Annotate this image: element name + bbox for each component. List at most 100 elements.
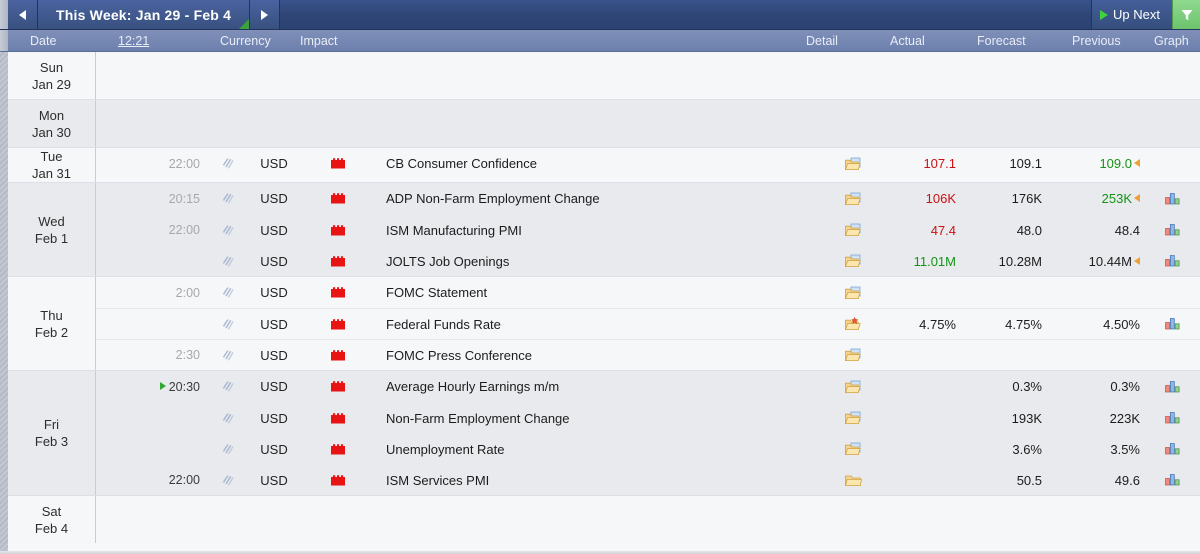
- event-row[interactable]: USD Unemployment Rate 3.6% 3.5%: [96, 433, 1200, 464]
- folder-plain-icon[interactable]: [844, 473, 862, 487]
- event-speaker-cell[interactable]: [208, 224, 246, 237]
- event-row[interactable]: 22:00 USD ISM Manufacturing PMI 47.4 48.0 48.…: [96, 214, 1200, 245]
- high-impact-icon[interactable]: [330, 380, 346, 393]
- graph-bars-icon[interactable]: [1164, 192, 1181, 206]
- folder-page-icon[interactable]: [844, 286, 862, 300]
- event-speaker-cell[interactable]: [208, 157, 246, 170]
- event-impact-cell[interactable]: [302, 255, 374, 268]
- event-graph-cell[interactable]: [1144, 473, 1200, 487]
- col-header-clock[interactable]: 12:21: [118, 30, 149, 52]
- event-detail-cell[interactable]: [820, 348, 886, 362]
- graph-bars-icon[interactable]: [1164, 317, 1181, 331]
- event-title[interactable]: FOMC Press Conference: [374, 348, 820, 363]
- event-speaker-cell[interactable]: [208, 286, 246, 299]
- event-impact-cell[interactable]: [302, 380, 374, 393]
- event-graph-cell[interactable]: [1144, 192, 1200, 206]
- high-impact-icon[interactable]: [330, 157, 346, 170]
- graph-bars-icon[interactable]: [1164, 473, 1181, 487]
- event-impact-cell[interactable]: [302, 474, 374, 487]
- graph-bars-icon[interactable]: [1164, 223, 1181, 237]
- folder-page-icon[interactable]: [844, 411, 862, 425]
- high-impact-icon[interactable]: [330, 255, 346, 268]
- graph-bars-icon[interactable]: [1164, 380, 1181, 394]
- event-graph-cell[interactable]: [1144, 317, 1200, 331]
- event-detail-cell[interactable]: [820, 254, 886, 268]
- high-impact-icon[interactable]: [330, 224, 346, 237]
- event-row[interactable]: USD Federal Funds Rate 4.75% 4.75% 4.50%: [96, 308, 1200, 339]
- event-row[interactable]: USD JOLTS Job Openings 11.01M 10.28M 10.44M: [96, 245, 1200, 276]
- col-header-actual[interactable]: Actual: [890, 30, 925, 52]
- col-header-forecast[interactable]: Forecast: [977, 30, 1026, 52]
- event-title[interactable]: ADP Non-Farm Employment Change: [374, 191, 820, 206]
- prev-week-button[interactable]: [8, 0, 38, 29]
- col-header-date[interactable]: Date: [30, 30, 56, 52]
- event-detail-cell[interactable]: [820, 223, 886, 237]
- event-detail-cell[interactable]: [820, 411, 886, 425]
- col-header-detail[interactable]: Detail: [806, 30, 838, 52]
- event-title[interactable]: ISM Services PMI: [374, 473, 820, 488]
- event-speaker-cell[interactable]: [208, 412, 246, 425]
- folder-page-icon[interactable]: [844, 348, 862, 362]
- event-graph-cell[interactable]: [1144, 223, 1200, 237]
- filter-button[interactable]: [1172, 0, 1200, 29]
- event-detail-cell[interactable]: [820, 192, 886, 206]
- event-graph-cell[interactable]: [1144, 254, 1200, 268]
- event-title[interactable]: Unemployment Rate: [374, 442, 820, 457]
- event-impact-cell[interactable]: [302, 349, 374, 362]
- high-impact-icon[interactable]: [330, 286, 346, 299]
- event-graph-cell[interactable]: [1144, 411, 1200, 425]
- col-header-impact[interactable]: Impact: [300, 30, 338, 52]
- high-impact-icon[interactable]: [330, 349, 346, 362]
- high-impact-icon[interactable]: [330, 412, 346, 425]
- event-impact-cell[interactable]: [302, 192, 374, 205]
- high-impact-icon[interactable]: [330, 443, 346, 456]
- event-impact-cell[interactable]: [302, 443, 374, 456]
- event-title[interactable]: Average Hourly Earnings m/m: [374, 379, 820, 394]
- event-graph-cell[interactable]: [1144, 442, 1200, 456]
- event-speaker-cell[interactable]: [208, 443, 246, 456]
- event-row[interactable]: 20:30 USD Average Hourly Earnings m/m 0.3% 0…: [96, 371, 1200, 402]
- event-detail-cell[interactable]: [820, 286, 886, 300]
- left-scroll-gutter[interactable]: [0, 52, 8, 551]
- event-graph-cell[interactable]: [1144, 380, 1200, 394]
- next-week-button[interactable]: [250, 0, 281, 29]
- event-row[interactable]: USD Non-Farm Employment Change 193K 223K: [96, 402, 1200, 433]
- folder-page-icon[interactable]: [844, 442, 862, 456]
- event-row[interactable]: 22:00 USD ISM Services PMI 50.5 49.6: [96, 464, 1200, 495]
- col-header-previous[interactable]: Previous: [1072, 30, 1121, 52]
- up-next-button[interactable]: Up Next: [1091, 0, 1172, 29]
- event-row[interactable]: 20:15 USD ADP Non-Farm Employment Change 10…: [96, 183, 1200, 214]
- folder-page-icon[interactable]: [844, 223, 862, 237]
- event-speaker-cell[interactable]: [208, 192, 246, 205]
- event-impact-cell[interactable]: [302, 318, 374, 331]
- event-speaker-cell[interactable]: [208, 318, 246, 331]
- graph-bars-icon[interactable]: [1164, 254, 1181, 268]
- event-title[interactable]: FOMC Statement: [374, 285, 820, 300]
- event-detail-cell[interactable]: [820, 380, 886, 394]
- event-impact-cell[interactable]: [302, 224, 374, 237]
- event-title[interactable]: JOLTS Job Openings: [374, 254, 820, 269]
- col-header-graph[interactable]: Graph: [1154, 30, 1189, 52]
- event-title[interactable]: Federal Funds Rate: [374, 317, 820, 332]
- folder-page-icon[interactable]: [844, 254, 862, 268]
- folder-page-icon[interactable]: [844, 380, 862, 394]
- event-impact-cell[interactable]: [302, 412, 374, 425]
- event-speaker-cell[interactable]: [208, 474, 246, 487]
- event-speaker-cell[interactable]: [208, 380, 246, 393]
- folder-star-icon[interactable]: [844, 317, 862, 331]
- event-detail-cell[interactable]: [820, 442, 886, 456]
- event-row[interactable]: 2:30 USD FOMC Press Conference: [96, 339, 1200, 370]
- event-impact-cell[interactable]: [302, 157, 374, 170]
- graph-bars-icon[interactable]: [1164, 442, 1181, 456]
- event-title[interactable]: Non-Farm Employment Change: [374, 411, 820, 426]
- graph-bars-icon[interactable]: [1164, 411, 1181, 425]
- high-impact-icon[interactable]: [330, 318, 346, 331]
- event-speaker-cell[interactable]: [208, 255, 246, 268]
- event-detail-cell[interactable]: [820, 317, 886, 331]
- folder-page-icon[interactable]: [844, 157, 862, 171]
- high-impact-icon[interactable]: [330, 474, 346, 487]
- high-impact-icon[interactable]: [330, 192, 346, 205]
- event-speaker-cell[interactable]: [208, 349, 246, 362]
- event-impact-cell[interactable]: [302, 286, 374, 299]
- event-title[interactable]: CB Consumer Confidence: [374, 156, 820, 171]
